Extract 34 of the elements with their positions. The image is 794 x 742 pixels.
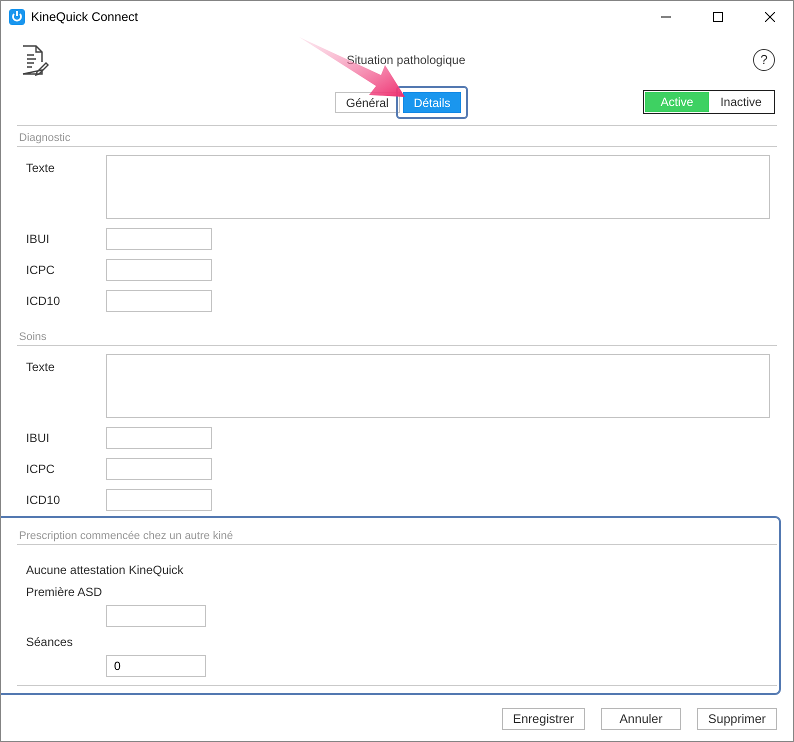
footer-button[interactable]: Annuler <box>601 708 681 730</box>
text-area[interactable] <box>106 155 770 219</box>
help-button[interactable]: ? <box>753 48 775 70</box>
note-text: Aucune attestation KineQuick <box>26 563 184 577</box>
input-field[interactable] <box>106 290 212 312</box>
field-label: Première ASD <box>26 585 104 599</box>
window-title: KineQuick Connect <box>31 10 140 24</box>
field-label: Texte <box>26 359 56 374</box>
field-label: ICPC <box>26 262 56 277</box>
section-heading: Diagnostic <box>18 131 72 146</box>
text-area[interactable] <box>106 354 770 418</box>
section-heading: Soins <box>18 330 48 345</box>
field-label: IBUI <box>26 231 50 246</box>
input-field[interactable] <box>106 489 212 511</box>
footer-button[interactable]: Enregistrer <box>502 708 585 730</box>
input-field[interactable] <box>106 427 212 449</box>
field-label: ICD10 <box>26 492 62 507</box>
document-pen-icon <box>21 44 49 76</box>
input-field[interactable] <box>106 259 212 281</box>
input-field[interactable]: 0 <box>106 655 206 677</box>
field-label: Texte <box>26 160 56 175</box>
input-field[interactable] <box>106 605 206 627</box>
field-label: ICPC <box>26 461 56 476</box>
field-label: Séances <box>26 635 74 649</box>
field-label: IBUI <box>26 430 50 445</box>
maximize-icon <box>713 12 723 22</box>
input-field[interactable] <box>106 458 212 480</box>
app-logo-icon <box>9 8 25 24</box>
page-title: Situation pathologique <box>346 52 466 66</box>
section-heading: Prescription commencée chez un autre kiné <box>18 529 234 544</box>
footer-button[interactable]: Supprimer <box>697 708 777 730</box>
input-field[interactable] <box>106 228 212 250</box>
field-label: ICD10 <box>26 293 62 308</box>
close-icon <box>765 12 775 22</box>
